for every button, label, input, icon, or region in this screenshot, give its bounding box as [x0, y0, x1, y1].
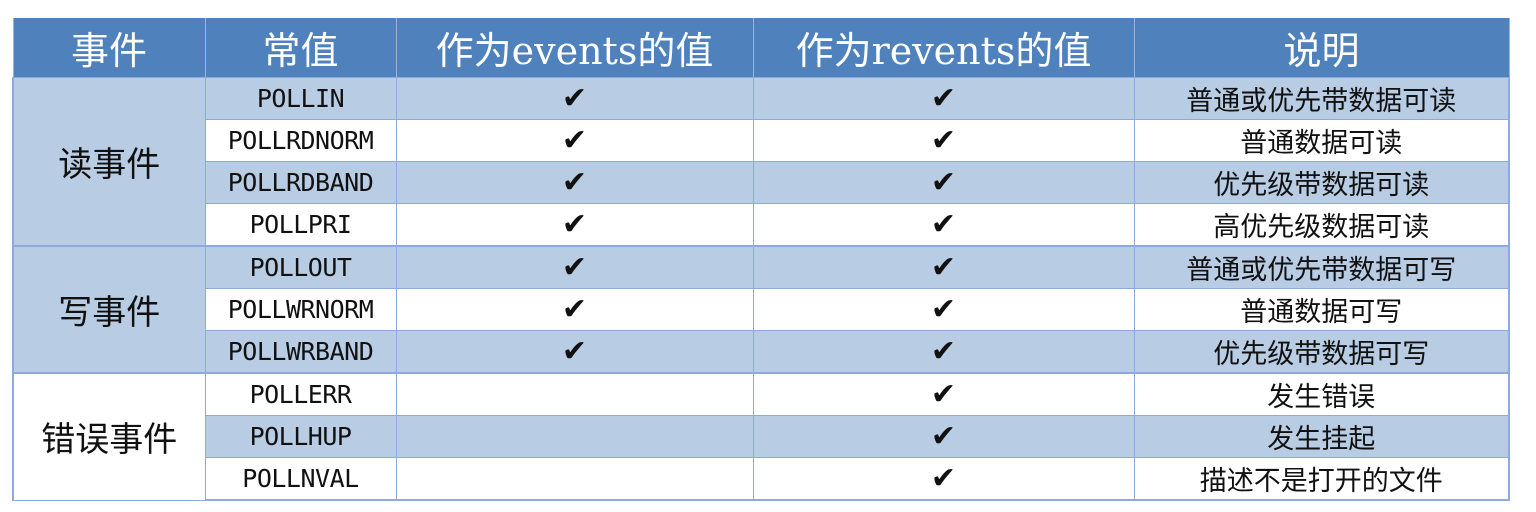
header-row: 事件 常值 作为events的值 作为revents的值 说明	[12, 18, 1510, 78]
table-row: POLLRDBAND ✔ ✔ 优先级带数据可读	[13, 161, 1510, 204]
revents-check-mark: ✔	[752, 330, 1135, 374]
table-row: 错误事件 POLLERR ✔ 发生错误	[12, 372, 1510, 501]
constant-name: POLLWRBAND	[204, 330, 397, 374]
description: 发生错误	[1133, 372, 1510, 416]
constant-name: POLLRDBAND	[204, 161, 397, 204]
constant-name: POLLWRNORM	[204, 288, 397, 331]
group-write-events: 写事件	[12, 245, 206, 374]
constant-name: POLLPRI	[204, 203, 397, 247]
events-check-mark: ✔	[395, 245, 754, 289]
constant-name: POLLRDNORM	[204, 119, 397, 162]
table-row: POLLWRNORM ✔ ✔ 普通数据可写	[13, 288, 1510, 331]
revents-check-mark: ✔	[752, 288, 1135, 331]
table-row: POLLRDNORM ✔ ✔ 普通数据可读	[13, 119, 1510, 162]
constant-name: POLLOUT	[204, 245, 397, 289]
group-error-events: 错误事件	[12, 372, 206, 501]
description: 普通或优先带数据可写	[1133, 245, 1510, 289]
description: 普通数据可写	[1133, 288, 1510, 331]
constant-name: POLLERR	[204, 372, 397, 416]
events-check-mark: ✔	[395, 330, 754, 374]
table-row: POLLNVAL ✔ 描述不是打开的文件	[13, 457, 1510, 501]
description: 普通或优先带数据可读	[1133, 77, 1510, 120]
table-row: POLLHUP ✔ 发生挂起	[13, 415, 1510, 458]
revents-check-mark: ✔	[752, 161, 1135, 204]
events-check-mark: ✔	[395, 288, 754, 331]
table-row: POLLPRI ✔ ✔ 高优先级数据可读	[13, 203, 1510, 247]
revents-check-mark: ✔	[752, 415, 1135, 458]
header-as-revents: 作为revents的值	[752, 18, 1135, 78]
poll-events-table: 事件 常值 作为events的值 作为revents的值 说明 读事件 POLL…	[12, 18, 1510, 501]
table-row: 读事件 POLLIN ✔ ✔ 普通或优先带数据可读	[12, 77, 1510, 247]
description: 发生挂起	[1133, 415, 1510, 458]
events-check-mark	[395, 415, 754, 458]
header-event: 事件	[12, 18, 206, 78]
header-constant: 常值	[204, 18, 397, 78]
constant-name: POLLHUP	[204, 415, 397, 458]
description: 优先级带数据可写	[1133, 330, 1510, 374]
header-as-events: 作为events的值	[395, 18, 754, 78]
revents-check-mark: ✔	[752, 77, 1135, 120]
events-check-mark: ✔	[395, 203, 754, 247]
revents-check-mark: ✔	[752, 119, 1135, 162]
header-description: 说明	[1133, 18, 1510, 78]
description: 优先级带数据可读	[1133, 161, 1510, 204]
revents-check-mark: ✔	[752, 457, 1135, 501]
events-check-mark	[395, 372, 754, 416]
revents-check-mark: ✔	[752, 245, 1135, 289]
revents-check-mark: ✔	[752, 372, 1135, 416]
description: 普通数据可读	[1133, 119, 1510, 162]
description: 描述不是打开的文件	[1133, 457, 1510, 501]
events-check-mark: ✔	[395, 119, 754, 162]
events-check-mark: ✔	[395, 161, 754, 204]
table-row: 写事件 POLLOUT ✔ ✔ 普通或优先带数据可写	[12, 245, 1510, 374]
revents-check-mark: ✔	[752, 203, 1135, 247]
group-read-events: 读事件	[12, 77, 206, 247]
events-check-mark	[395, 457, 754, 501]
constant-name: POLLNVAL	[204, 457, 397, 501]
table-row: POLLWRBAND ✔ ✔ 优先级带数据可写	[13, 330, 1510, 374]
constant-name: POLLIN	[204, 77, 397, 120]
poll-events-table-container: 事件 常值 作为events的值 作为revents的值 说明 读事件 POLL…	[12, 18, 1510, 501]
events-check-mark: ✔	[395, 77, 754, 120]
description: 高优先级数据可读	[1133, 203, 1510, 247]
